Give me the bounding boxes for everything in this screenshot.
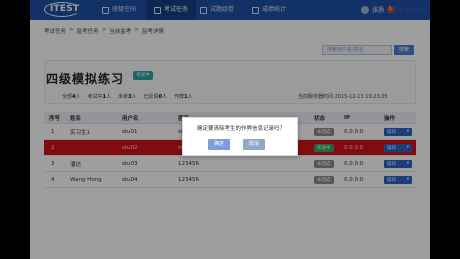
confirm-button[interactable]: 确定 [208, 139, 230, 150]
cancel-button[interactable]: 取消 [243, 139, 265, 150]
dialog-message: 确定要清除考生的作弊信息记录吗？ [196, 126, 285, 132]
video-frame: ITEST 班级空间 考试任务 试题组卷 成绩统计 张扬 1 FaYHiE 考试… [0, 0, 460, 259]
app-screen: ITEST 班级空间 考试任务 试题组卷 成绩统计 张扬 1 FaYHiE 考试… [30, 0, 430, 259]
confirm-dialog: 确定要清除考生的作弊信息记录吗？ 确定 取消 [182, 117, 298, 156]
